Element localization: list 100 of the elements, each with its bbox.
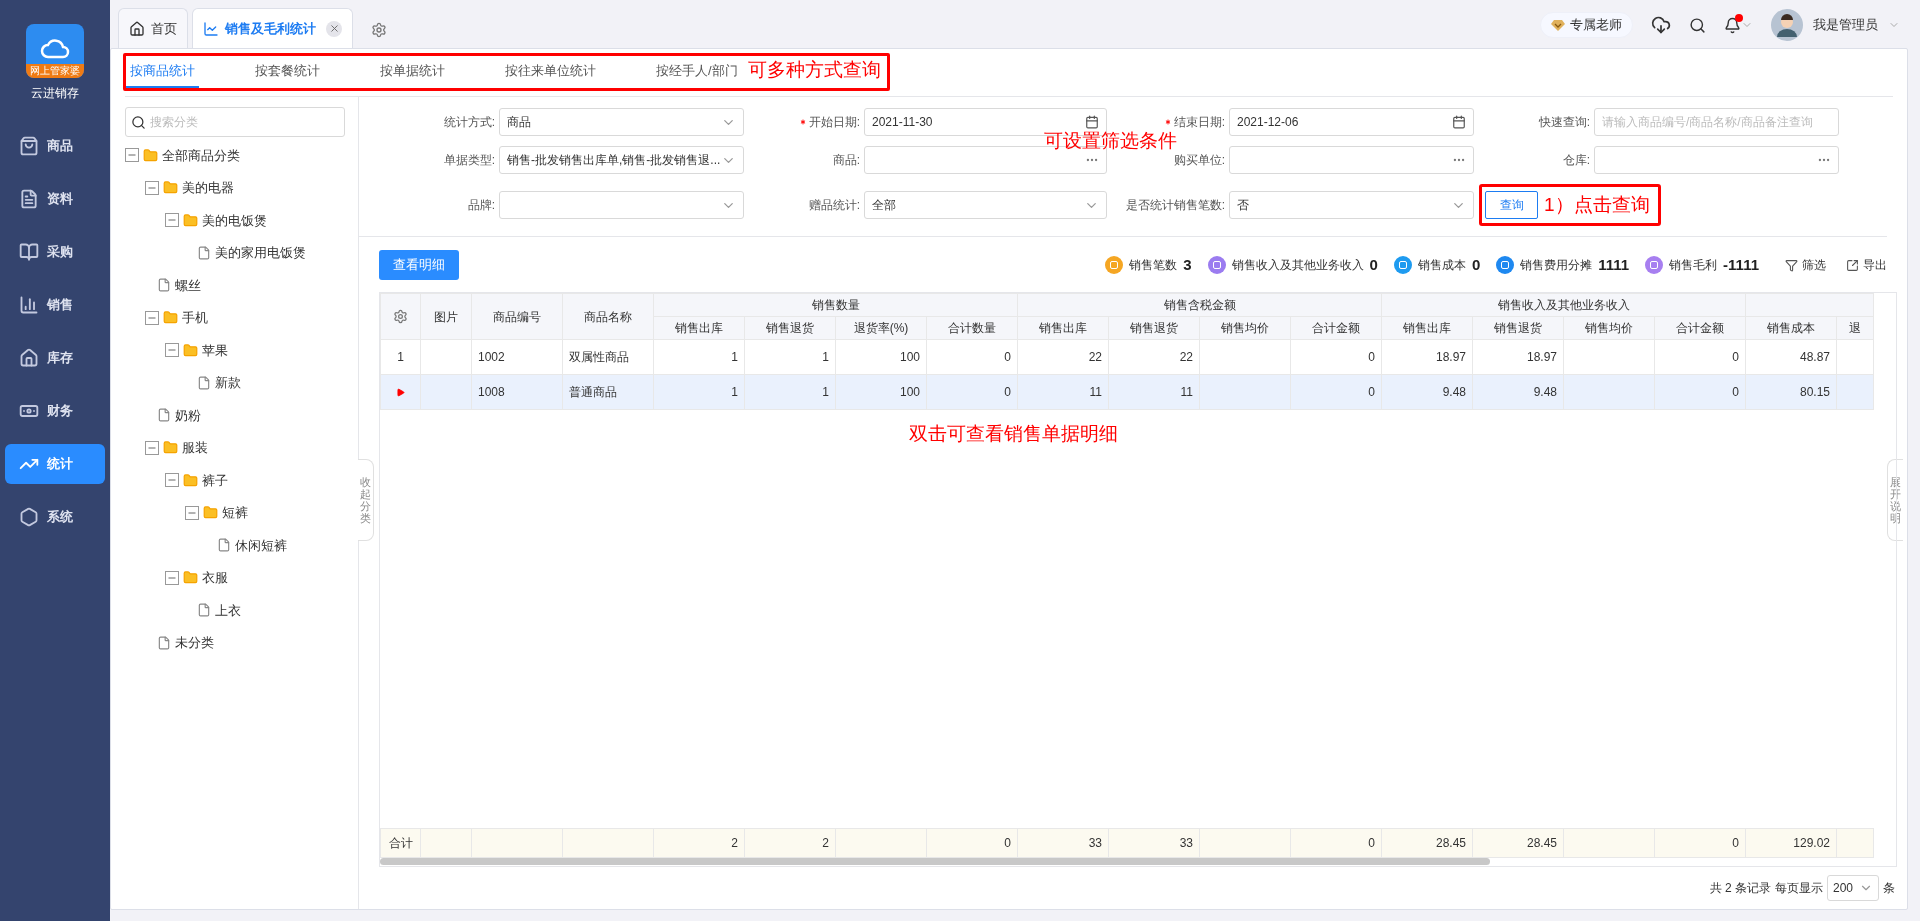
cloud-icon [40, 37, 70, 61]
table-cell: 80.15 [1799, 385, 1830, 399]
search-field[interactable]: 搜索分类 [125, 107, 345, 137]
tree-item[interactable]: 短裤 [222, 503, 248, 523]
field-label: 开始日期: [808, 114, 860, 131]
page-size-select[interactable]: 200 [1827, 875, 1879, 901]
close-icon[interactable] [326, 20, 342, 37]
select-field[interactable] [499, 191, 744, 219]
table-cell: 0 [1368, 385, 1375, 399]
sub-tab[interactable]: 按经手人/部门 [652, 56, 742, 88]
calendar-icon [1085, 115, 1099, 129]
table-cell: 0 [1004, 385, 1011, 399]
sub-tab[interactable]: 按往来单位统计 [501, 56, 600, 88]
nav-item[interactable]: 销售 [5, 285, 105, 325]
document-icon [19, 189, 39, 209]
table-cell: 1008 [478, 385, 505, 399]
table-cell: 22 [1088, 350, 1102, 364]
tree-item[interactable]: 上衣 [215, 600, 241, 620]
annotation-text: 可多种方式查询 [747, 57, 881, 82]
settings-icon[interactable] [371, 22, 387, 38]
picker-field[interactable] [1229, 146, 1474, 174]
avatar[interactable] [1771, 9, 1803, 41]
tree-item[interactable]: 美的家用电饭煲 [215, 243, 306, 263]
search-field[interactable]: 请输入商品编号/商品名称/商品备注查询 [1594, 108, 1839, 136]
table-row[interactable]: 1008 普通商品 1 1 100 0 11 11 0 9.48 9.48 0 80.15 [380, 374, 1874, 410]
filter-button[interactable]: 筛选 [1785, 256, 1826, 274]
stat-label: 销售费用分摊 [1520, 257, 1593, 274]
nav-item[interactable]: 商品 [5, 126, 105, 166]
collapse-icon[interactable] [145, 180, 159, 195]
total-cell: 0 [1732, 836, 1739, 850]
table-row[interactable]: 1 1002 双属性商品 1 1 100 0 22 22 0 18.97 18.97 0 48.87 [380, 339, 1874, 375]
sub-tab[interactable]: 按商品统计 [126, 56, 199, 88]
collapse-icon[interactable] [145, 440, 159, 455]
column-header: 销售收入及其他业务收入 [1381, 293, 1746, 317]
collapse-icon[interactable] [165, 213, 179, 228]
tree-item[interactable]: 新款 [215, 373, 241, 393]
tree-item[interactable]: 未分类 [175, 633, 214, 653]
total-cell: 28.45 [1435, 836, 1466, 850]
field-label: 品牌: [467, 197, 495, 214]
book-icon [19, 242, 39, 262]
column-header: 销售出库 [1381, 316, 1473, 340]
tree-item[interactable]: 手机 [182, 308, 208, 328]
sub-tab[interactable]: 按单据统计 [376, 56, 449, 88]
tree-item[interactable]: 服装 [182, 438, 208, 458]
folder-icon [183, 570, 198, 586]
collapse-icon[interactable] [165, 473, 179, 488]
select-field[interactable]: 销售-批发销售出库单,销售-批发销售退... [499, 146, 744, 174]
nav-item[interactable]: 采购 [5, 232, 105, 272]
tree-item[interactable]: 衣服 [202, 568, 228, 588]
teacher-button[interactable]: 专属老师 [1540, 12, 1633, 38]
tree-item[interactable]: 全部商品分类 [162, 145, 240, 165]
tree-item[interactable]: 苹果 [202, 340, 228, 360]
table-cell: 18.97 [1526, 350, 1557, 364]
table-cell: 100 [899, 350, 920, 364]
tree-item[interactable]: 螺丝 [175, 275, 201, 295]
picker-field[interactable] [1594, 146, 1839, 174]
table-cell: 1 [731, 350, 738, 364]
tree-item[interactable]: 美的电器 [182, 178, 234, 198]
column-header: 销售均价 [1199, 316, 1291, 340]
collapse-handle[interactable]: 收起分类 [358, 459, 374, 541]
collapse-icon[interactable] [145, 310, 159, 325]
nav-item[interactable]: 财务 [5, 391, 105, 431]
export-button[interactable]: 导出 [1846, 256, 1887, 274]
collapse-icon[interactable] [185, 505, 199, 520]
query-button[interactable]: 查询 [1485, 191, 1538, 219]
nav-item[interactable]: 系统 [5, 497, 105, 537]
user-name[interactable]: 我是管理员 [1813, 15, 1878, 35]
total-cell: 33 [1179, 836, 1193, 850]
nav-item[interactable]: 库存 [5, 338, 105, 378]
tree-item[interactable]: 裤子 [202, 470, 228, 490]
bell-icon[interactable] [1724, 16, 1741, 34]
settings-icon[interactable] [393, 309, 408, 324]
select-field[interactable]: 否 [1229, 191, 1474, 219]
select-field[interactable]: 商品 [499, 108, 744, 136]
search-icon[interactable] [1689, 16, 1706, 34]
collapse-icon[interactable] [165, 343, 179, 358]
tree-item[interactable]: 奶粉 [175, 405, 201, 425]
annotation-text: 双击可查看销售单据明细 [908, 422, 1118, 446]
total-cell: 2 [731, 836, 738, 850]
house-icon [19, 348, 39, 368]
home-icon [129, 20, 145, 37]
search-icon [131, 115, 146, 130]
tree-item[interactable]: 休闲短裤 [235, 535, 287, 555]
field-label: 单据类型: [443, 152, 495, 169]
folder-icon [143, 147, 158, 163]
table-cell: 18.97 [1435, 350, 1466, 364]
sub-tab[interactable]: 按套餐统计 [251, 56, 324, 88]
scrollbar-thumb[interactable] [380, 858, 1490, 865]
page-tab[interactable]: 首页 [118, 8, 188, 48]
stat-value: 0 [1369, 254, 1378, 275]
tree-item[interactable]: 美的电饭煲 [202, 210, 267, 230]
date-field[interactable]: 2021-12-06 [1229, 108, 1474, 136]
collapse-icon[interactable] [125, 148, 139, 163]
column-header: 合计金额 [1654, 316, 1746, 340]
select-field[interactable]: 全部 [864, 191, 1107, 219]
page-tab[interactable]: 销售及毛利统计 [192, 8, 353, 48]
folder-icon [203, 505, 218, 521]
nav-item[interactable]: 资料 [5, 179, 105, 219]
cloud-download-icon[interactable] [1651, 15, 1671, 35]
collapse-icon[interactable] [165, 570, 179, 585]
